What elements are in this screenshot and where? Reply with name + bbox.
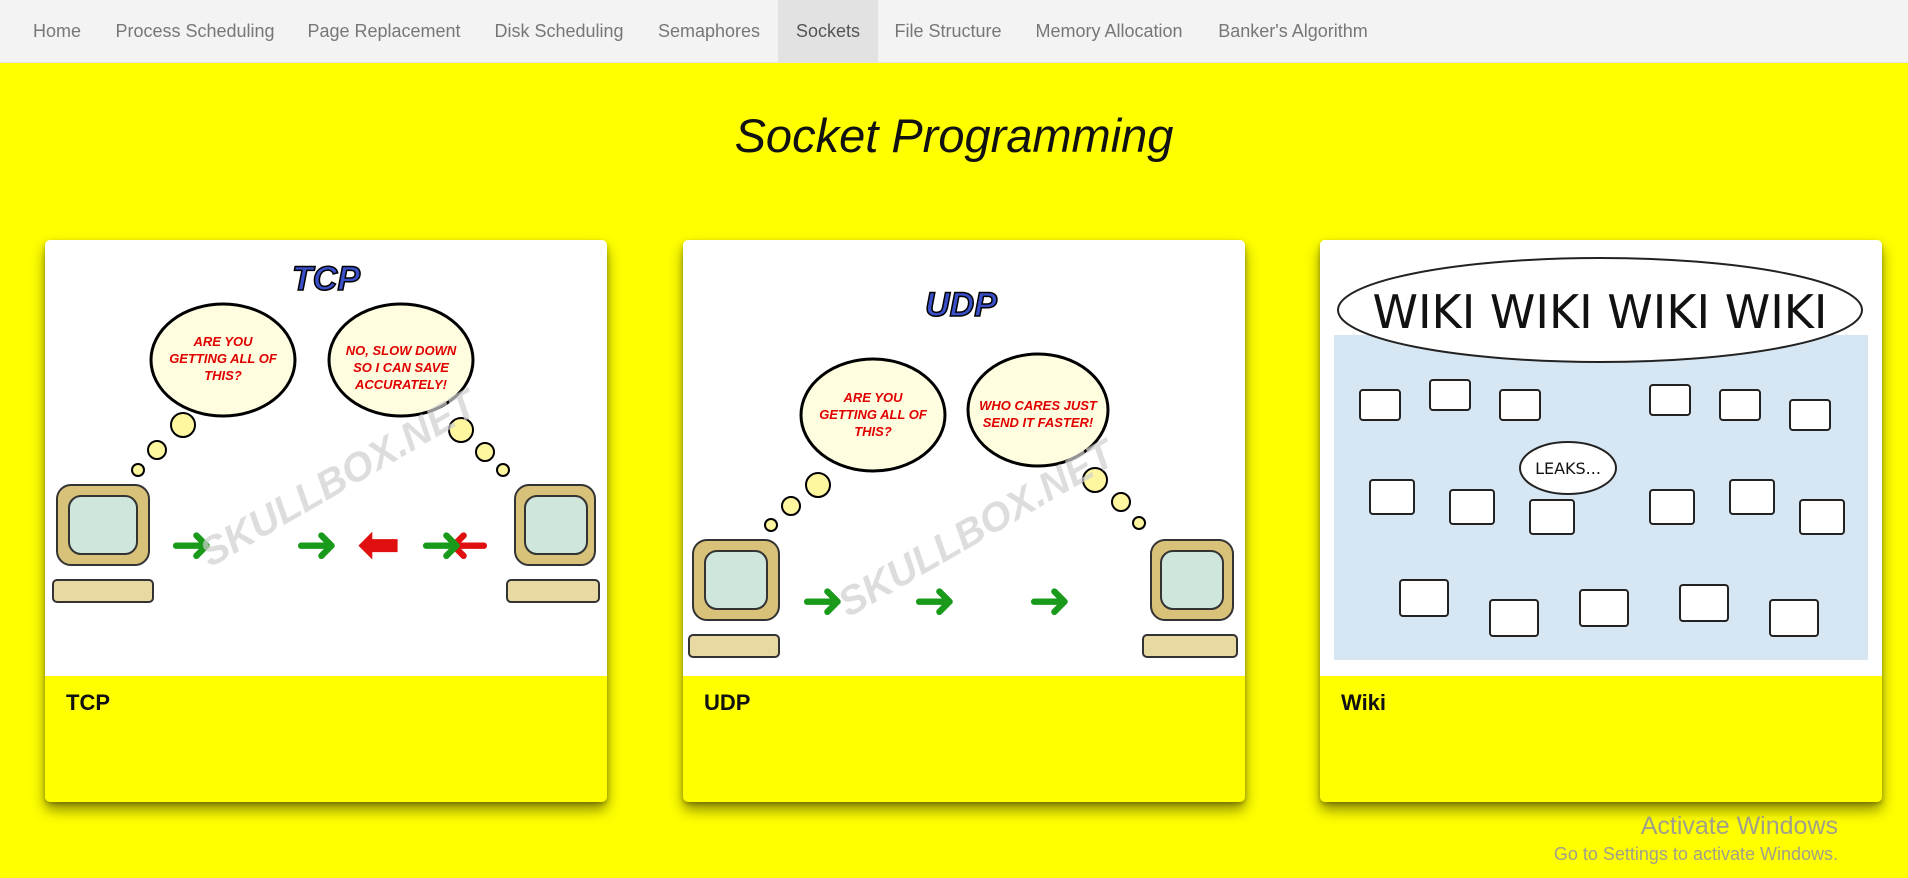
left-thought-bubble: ARE YOU GETTING ALL OF THIS? bbox=[764, 357, 947, 532]
card-wiki[interactable]: WIKI WIKI WIKI WIKI LEAKS... Wiki bbox=[1320, 240, 1882, 802]
nav-memory-allocation[interactable]: Memory Allocation bbox=[1018, 0, 1200, 62]
card-udp[interactable]: UDP ARE YOU GETTING ALL OF THIS? WHO CAR… bbox=[683, 240, 1245, 802]
wiki-illustration: WIKI WIKI WIKI WIKI LEAKS... bbox=[1320, 240, 1882, 676]
svg-text:WHO CARES JUST: WHO CARES JUST bbox=[979, 398, 1098, 413]
right-computer-icon bbox=[1142, 539, 1238, 658]
svg-text:GETTING ALL OF: GETTING ALL OF bbox=[819, 407, 928, 422]
card-wiki-label: Wiki bbox=[1341, 690, 1387, 715]
activate-windows-subtitle: Go to Settings to activate Windows. bbox=[1553, 844, 1838, 864]
card-tcp-label: TCP bbox=[66, 690, 110, 715]
left-computer-icon bbox=[52, 484, 154, 603]
udp-illustration: UDP ARE YOU GETTING ALL OF THIS? WHO CAR… bbox=[683, 240, 1245, 676]
nav-disk-scheduling[interactable]: Disk Scheduling bbox=[478, 0, 640, 62]
svg-text:THIS?: THIS? bbox=[854, 424, 892, 439]
page-title: Socket Programming bbox=[734, 109, 1174, 162]
nav-file-structure[interactable]: File Structure bbox=[878, 0, 1018, 62]
card-tcp[interactable]: TCP ARE YOU GETTING ALL OF THIS? NO, SLO… bbox=[45, 240, 607, 802]
right-computer-icon bbox=[506, 484, 600, 603]
left-thought-bubble: ARE YOU GETTING ALL OF THIS? bbox=[131, 302, 297, 477]
svg-text:SEND IT FASTER!: SEND IT FASTER! bbox=[983, 415, 1094, 430]
wiki-heading: WIKI WIKI WIKI WIKI bbox=[1373, 285, 1828, 339]
svg-text:GETTING ALL OF: GETTING ALL OF bbox=[169, 351, 278, 366]
card-udp-label: UDP bbox=[704, 690, 751, 715]
svg-text:⬅: ⬅ bbox=[357, 515, 401, 575]
svg-text:NO, SLOW DOWN: NO, SLOW DOWN bbox=[346, 343, 457, 358]
left-computer-icon bbox=[688, 539, 780, 658]
top-navbar: Home Process Scheduling Page Replacement… bbox=[0, 0, 1908, 63]
tcp-heading: TCP bbox=[292, 260, 360, 298]
svg-text:ARE YOU: ARE YOU bbox=[843, 390, 904, 405]
leaks-speech: LEAKS... bbox=[1535, 459, 1601, 478]
svg-text:➜: ➜ bbox=[420, 515, 464, 575]
nav-semaphores[interactable]: Semaphores bbox=[640, 0, 778, 62]
svg-text:SO I CAN SAVE: SO I CAN SAVE bbox=[353, 360, 449, 375]
nav-process-scheduling[interactable]: Process Scheduling bbox=[100, 0, 290, 62]
svg-text:➜: ➜ bbox=[1028, 571, 1072, 631]
nav-bankers-algorithm[interactable]: Banker's Algorithm bbox=[1200, 0, 1386, 62]
svg-text:ACCURATELY!: ACCURATELY! bbox=[354, 377, 448, 392]
nav-page-replacement[interactable]: Page Replacement bbox=[290, 0, 478, 62]
nav-home[interactable]: Home bbox=[14, 0, 100, 62]
svg-text:ARE YOU: ARE YOU bbox=[193, 334, 254, 349]
svg-text:THIS?: THIS? bbox=[204, 368, 242, 383]
nav-sockets[interactable]: Sockets bbox=[778, 0, 878, 62]
activate-windows-title: Activate Windows bbox=[1640, 812, 1838, 840]
tcp-illustration: TCP ARE YOU GETTING ALL OF THIS? NO, SLO… bbox=[45, 240, 607, 676]
udp-heading: UDP bbox=[925, 286, 997, 324]
